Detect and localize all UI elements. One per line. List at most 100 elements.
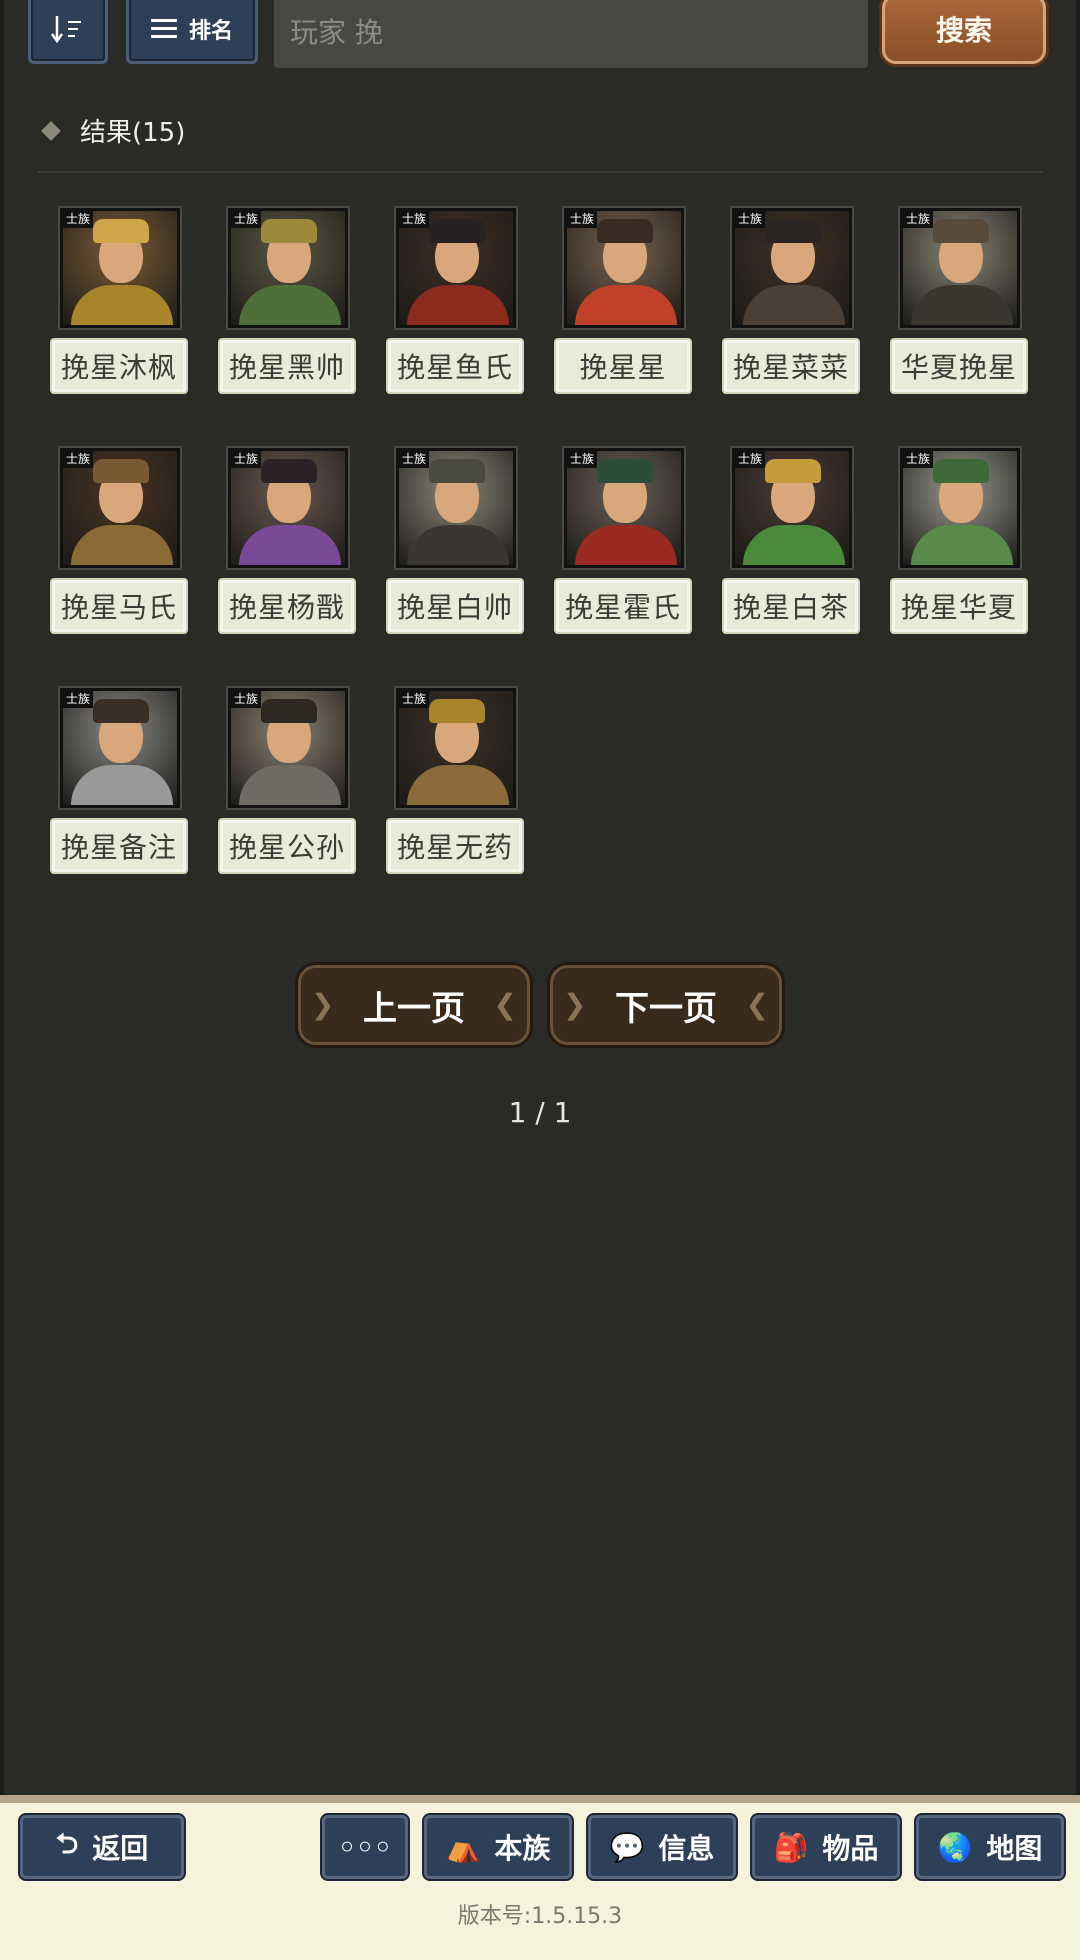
player-avatar[interactable]: 士族: [564, 208, 684, 328]
player-card[interactable]: 士族 挽星公孙: [218, 688, 356, 874]
next-page-button[interactable]: ❯ 下一页 ❮: [550, 965, 782, 1045]
player-card[interactable]: 士族挽星鱼氏: [386, 208, 524, 394]
avatar-headwear: [765, 459, 821, 483]
player-card[interactable]: 士族挽星星: [554, 208, 692, 394]
bottom-bar-edge: [0, 1795, 1080, 1803]
player-avatar[interactable]: 士族: [396, 208, 516, 328]
avatar-headwear: [933, 459, 989, 483]
clan-tag: 士族: [63, 211, 94, 228]
items-button[interactable]: 🎒 物品: [752, 1815, 900, 1879]
player-name[interactable]: 挽星菜菜: [722, 338, 860, 394]
chevron-right-icon: ❯: [311, 988, 335, 1021]
player-card[interactable]: 士族挽星霍氏: [554, 448, 692, 634]
player-name[interactable]: 挽星黑帅: [218, 338, 356, 394]
version-label: 版本号:1.5.15.3: [457, 1904, 623, 1929]
right-edge: [1076, 0, 1080, 1800]
avatar-headwear: [429, 219, 485, 243]
player-name[interactable]: 挽星备注: [50, 818, 188, 874]
clan-tag: 士族: [231, 211, 262, 228]
clan-tag: 士族: [903, 451, 934, 468]
player-name[interactable]: 华夏挽星: [890, 338, 1028, 394]
more-button[interactable]: ◦◦◦: [322, 1815, 408, 1879]
rank-button[interactable]: 排名: [126, 0, 258, 64]
player-name[interactable]: 挽星无药: [386, 818, 524, 874]
player-avatar[interactable]: 士族: [564, 448, 684, 568]
player-avatar[interactable]: 士族: [900, 208, 1020, 328]
player-name[interactable]: 挽星华夏: [890, 578, 1028, 634]
more-icon: ◦◦◦: [338, 1830, 392, 1864]
prev-page-button[interactable]: ❯ 上一页 ❮: [298, 965, 530, 1045]
divider: [38, 171, 1043, 173]
avatar-headwear: [597, 219, 653, 243]
rank-label: 排名: [188, 19, 233, 44]
search-input[interactable]: 玩家 挽: [274, 0, 868, 68]
player-avatar[interactable]: 士族: [396, 688, 516, 808]
player-avatar[interactable]: 士族: [732, 448, 852, 568]
clan-tag: 士族: [567, 451, 598, 468]
tent-icon: ⛺: [445, 1830, 481, 1864]
player-card[interactable]: 士族挽星白帅: [386, 448, 524, 634]
avatar-headwear: [261, 219, 317, 243]
player-avatar[interactable]: 士族: [60, 448, 180, 568]
clan-tag: 士族: [63, 451, 94, 468]
player-card[interactable]: 士族挽星黑帅: [218, 208, 356, 394]
player-name[interactable]: 挽星马氏: [50, 578, 188, 634]
sort-button[interactable]: [28, 0, 108, 64]
diamond-icon: [41, 120, 61, 141]
player-card[interactable]: 士族挽星白茶: [722, 448, 860, 634]
player-card[interactable]: 士族华夏挽星: [890, 208, 1028, 394]
avatar-headwear: [93, 459, 149, 483]
bag-icon: 🎒: [773, 1830, 809, 1864]
avatar-headwear: [429, 699, 485, 723]
clan-tag: 士族: [399, 691, 430, 708]
top-bar: 排名 玩家 挽 搜索: [0, 0, 1080, 70]
search-button[interactable]: 搜索: [882, 0, 1046, 64]
map-button[interactable]: 🌏 地图: [916, 1815, 1064, 1879]
sort-icon: [51, 16, 81, 44]
player-card[interactable]: 士族挽星华夏: [890, 448, 1028, 634]
clan-tag: 士族: [567, 211, 598, 228]
clan-tag: 士族: [399, 211, 430, 228]
items-label: 物品: [822, 1832, 879, 1865]
info-button[interactable]: 💬 信息: [588, 1815, 736, 1879]
player-avatar[interactable]: 士族: [60, 208, 180, 328]
player-name[interactable]: 挽星霍氏: [554, 578, 692, 634]
clan-tag: 士族: [735, 451, 766, 468]
player-avatar[interactable]: 士族: [228, 688, 348, 808]
player-avatar[interactable]: 士族: [228, 208, 348, 328]
back-button[interactable]: ⮌ 返回: [20, 1815, 184, 1879]
player-name[interactable]: 挽星公孙: [218, 818, 356, 874]
player-card[interactable]: 士族挽星菜菜: [722, 208, 860, 394]
player-avatar[interactable]: 士族: [732, 208, 852, 328]
player-card[interactable]: 士族 挽星杨戬: [218, 448, 356, 634]
prev-page-label: 上一页: [363, 988, 465, 1029]
player-card[interactable]: 士族挽星马氏: [50, 448, 188, 634]
avatar-headwear: [261, 459, 317, 483]
player-name[interactable]: 挽星沐枫: [50, 338, 188, 394]
player-card[interactable]: 士族挽星沐枫: [50, 208, 188, 394]
avatar-headwear: [765, 219, 821, 243]
player-name[interactable]: 挽星白帅: [386, 578, 524, 634]
player-avatar[interactable]: 士族: [900, 448, 1020, 568]
player-avatar[interactable]: 士族: [396, 448, 516, 568]
clan-tag: 士族: [399, 451, 430, 468]
chat-icon: 💬: [609, 1830, 645, 1864]
clan-tag: 士族: [735, 211, 766, 228]
left-edge: [0, 0, 4, 1800]
chevron-left-icon: ❮: [745, 988, 769, 1021]
player-card[interactable]: 士族挽星无药: [386, 688, 524, 874]
avatar-headwear: [429, 459, 485, 483]
player-name[interactable]: 挽星杨戬: [218, 578, 356, 634]
player-name[interactable]: 挽星白茶: [722, 578, 860, 634]
search-value: 玩家 挽: [290, 16, 383, 49]
player-name[interactable]: 挽星星: [554, 338, 692, 394]
clan-tag: 士族: [903, 211, 934, 228]
player-avatar[interactable]: 士族: [228, 448, 348, 568]
player-card[interactable]: 士族 挽星备注: [50, 688, 188, 874]
info-label: 信息: [658, 1832, 715, 1865]
player-avatar[interactable]: 士族: [60, 688, 180, 808]
player-name[interactable]: 挽星鱼氏: [386, 338, 524, 394]
clan-label: 本族: [494, 1832, 551, 1865]
clan-button[interactable]: ⛺ 本族: [424, 1815, 572, 1879]
back-label: 返回: [92, 1832, 149, 1865]
